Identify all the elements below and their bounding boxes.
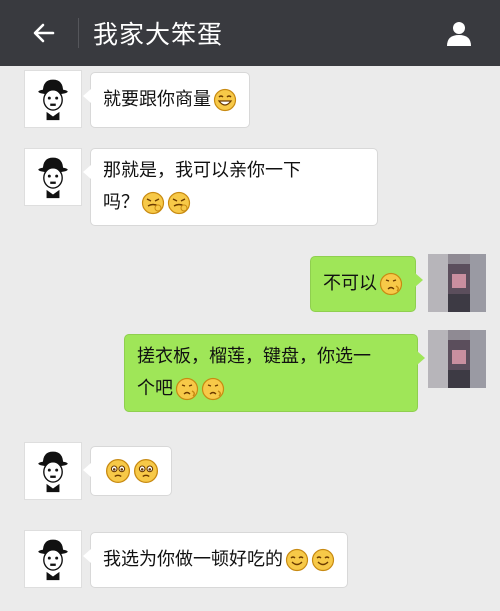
contact-avatar[interactable] (24, 148, 82, 206)
back-button[interactable] (22, 11, 66, 55)
grin-emoji-icon (213, 88, 237, 112)
message-text-line2: 个吧 (137, 378, 173, 399)
pixelated-avatar-icon (428, 254, 486, 312)
message-bubble-outgoing[interactable]: 不可以 (310, 256, 423, 312)
message-bubble-incoming[interactable]: 就要跟你商量 (83, 72, 250, 128)
message-bubble-incoming[interactable]: 我选为你做一顿好吃的 (83, 532, 348, 588)
pixelated-avatar-icon (428, 330, 486, 388)
chat-title: 我家大笨蛋 (93, 20, 224, 49)
chaplin-avatar-icon (30, 76, 76, 122)
chaplin-avatar-icon (30, 536, 76, 582)
message-text: 不可以 (323, 273, 377, 294)
person-icon (447, 22, 471, 46)
message-text-line2: 吗？ (103, 192, 139, 213)
teary-emoji-icon (105, 458, 131, 484)
message-bubble-incoming[interactable]: 那就是，我可以亲你一下 吗？ (83, 148, 378, 226)
grimace-emoji-icon (167, 191, 191, 215)
arrow-left-icon (33, 23, 55, 43)
contact-avatar[interactable] (24, 530, 82, 588)
thinking-emoji-icon (201, 377, 225, 401)
contact-avatar[interactable] (24, 442, 82, 500)
contact-avatar[interactable] (24, 70, 82, 128)
smile-emoji-icon (311, 548, 335, 572)
teary-emoji-icon (133, 458, 159, 484)
message-bubble-outgoing[interactable]: 搓衣板，榴莲，键盘，你选一 个吧 (124, 334, 425, 412)
thinking-emoji-icon (379, 272, 403, 296)
chaplin-avatar-icon (30, 448, 76, 494)
thinking-emoji-icon (175, 377, 199, 401)
smile-emoji-icon (285, 548, 309, 572)
chat-header: 我家大笨蛋 (0, 0, 500, 66)
chaplin-avatar-icon (30, 154, 76, 200)
header-divider (78, 18, 79, 48)
message-text-line1: 搓衣板，榴莲，键盘，你选一 (137, 346, 371, 367)
my-avatar[interactable] (428, 330, 486, 388)
message-text: 就要跟你商量 (103, 89, 211, 110)
message-text: 我选为你做一顿好吃的 (103, 549, 283, 570)
chat-info-button[interactable] (440, 14, 478, 52)
message-text-line1: 那就是，我可以亲你一下 (103, 160, 301, 181)
my-avatar[interactable] (428, 254, 486, 312)
grimace-emoji-icon (141, 191, 165, 215)
message-bubble-incoming[interactable] (83, 446, 172, 496)
